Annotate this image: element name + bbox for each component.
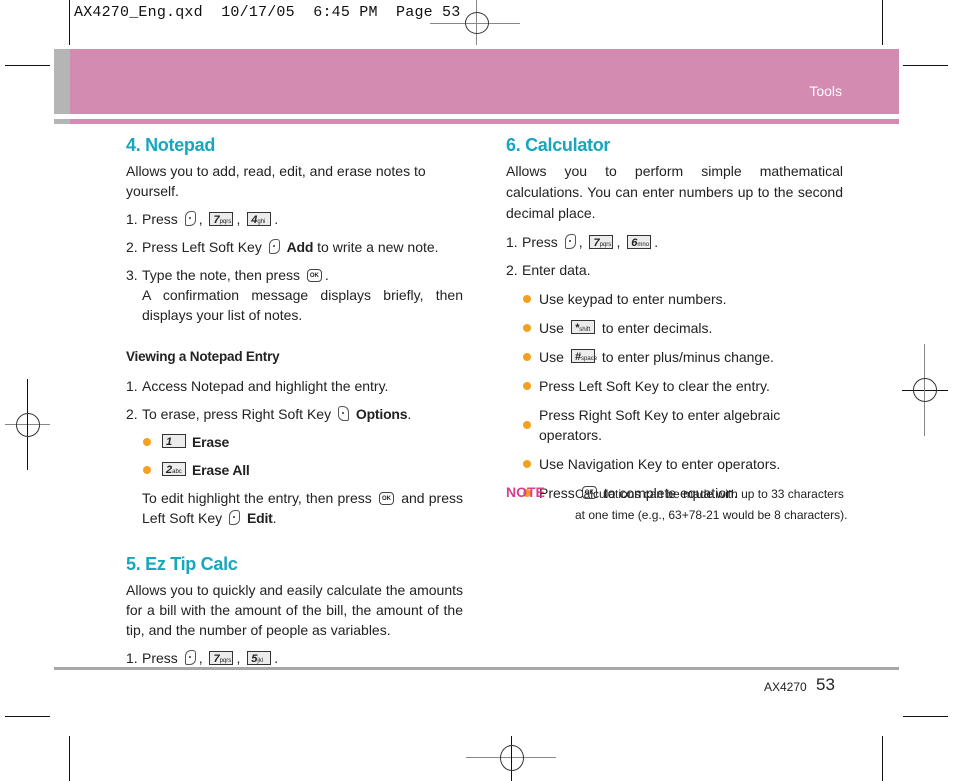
tipcalc-intro: Allows you to quickly and easily calcula… bbox=[126, 582, 463, 638]
bullet-icon bbox=[523, 421, 531, 429]
key-7-icon: 7pqrs bbox=[209, 651, 234, 666]
header-band bbox=[54, 49, 899, 114]
key-star-icon: *shift bbox=[570, 320, 595, 334]
bullet-icon bbox=[523, 353, 531, 361]
note-label: NOTE bbox=[506, 484, 545, 500]
left-soft-key-icon bbox=[184, 210, 196, 226]
registration-mark bbox=[465, 12, 489, 34]
header-rule bbox=[54, 119, 899, 124]
bullet-icon bbox=[523, 382, 531, 390]
viewing-subheading: Viewing a Notepad Entry bbox=[126, 349, 280, 364]
crop-mark bbox=[903, 65, 948, 66]
bullet-icon bbox=[523, 324, 531, 332]
bullet-icon bbox=[143, 438, 151, 446]
crop-mark bbox=[5, 716, 50, 717]
calc-bullet: Press Right Soft Key to enter algebraic … bbox=[523, 405, 843, 445]
ok-key-icon: OK bbox=[306, 268, 322, 282]
print-slug: AX4270_Eng.qxd 10/17/05 6:45 PM Page 53 bbox=[74, 4, 461, 21]
right-soft-key-icon bbox=[337, 405, 349, 421]
tipcalc-step-1: 1. Press , 7pqrs, 5jkl. bbox=[126, 649, 279, 666]
option-erase: 1 Erase bbox=[143, 432, 463, 452]
notepad-step-1: 1. Press , 7pqrs, 4ghi. bbox=[126, 210, 279, 227]
key-5-icon: 5jkl bbox=[247, 651, 272, 666]
key-7-icon: 7pqrs bbox=[209, 212, 234, 227]
bullet-icon bbox=[143, 466, 151, 474]
bullet-icon bbox=[523, 295, 531, 303]
calculator-intro: Allows you to perform simple mathematica… bbox=[506, 163, 843, 221]
calc-bullet: Use Navigation Key to enter operators. bbox=[523, 454, 843, 474]
registration-mark bbox=[16, 413, 40, 437]
calculator-step-1: 1. Press , 7pqrs, 6mno. bbox=[506, 233, 659, 250]
notepad-step-2: 2. Press Left Soft Key Add to write a ne… bbox=[126, 238, 439, 255]
left-soft-key-icon bbox=[268, 238, 280, 254]
ok-key-icon: OK bbox=[378, 491, 394, 505]
key-6-icon: 6mno bbox=[627, 235, 652, 250]
left-column: 4. Notepad Allows you to add, read, edit… bbox=[126, 134, 463, 668]
header-rule-tab bbox=[54, 119, 70, 124]
calc-bullet: Use keypad to enter numbers. bbox=[523, 289, 843, 309]
bullet-icon bbox=[523, 460, 531, 468]
crop-mark bbox=[903, 716, 948, 717]
calc-bullet: Use *shift to enter decimals. bbox=[523, 318, 843, 338]
key-7-icon: 7pqrs bbox=[589, 235, 614, 250]
tipcalc-heading: 5. Ez Tip Calc bbox=[126, 554, 238, 574]
option-erase-all: 2abc Erase All bbox=[143, 460, 463, 480]
header-tab bbox=[54, 49, 70, 114]
edit-instructions: To edit highlight the entry, then press … bbox=[142, 490, 463, 526]
section-label: Tools bbox=[809, 83, 842, 99]
notepad-intro: Allows you to add, read, edit, and erase… bbox=[126, 163, 426, 199]
notepad-heading: 4. Notepad bbox=[126, 135, 216, 155]
calculator-step-2: 2. Enter data. bbox=[506, 262, 591, 278]
page-number: 53 bbox=[816, 675, 835, 694]
viewing-step-2: 2. To erase, press Right Soft Key Option… bbox=[126, 405, 412, 422]
left-soft-key-icon bbox=[184, 649, 196, 665]
left-soft-key-icon bbox=[229, 509, 241, 525]
notepad-step-3-detail: A confirmation message displays briefly,… bbox=[142, 287, 463, 323]
calculator-heading: 6. Calculator bbox=[506, 135, 611, 155]
left-soft-key-icon bbox=[564, 233, 576, 249]
crop-mark bbox=[882, 0, 883, 45]
registration-mark bbox=[913, 378, 937, 402]
key-1-icon: 1 bbox=[162, 434, 186, 448]
registration-mark bbox=[500, 745, 524, 771]
footer-rule bbox=[54, 667, 899, 670]
footer-model: AX4270 bbox=[764, 680, 807, 694]
right-column: 6. Calculator Allows you to perform simp… bbox=[506, 134, 843, 503]
crop-mark bbox=[5, 65, 50, 66]
crop-mark bbox=[882, 736, 883, 781]
notepad-step-3: 3. Type the note, then press OK. A confi… bbox=[126, 267, 463, 323]
key-pound-icon: #space bbox=[570, 349, 597, 363]
note-text: Calculations can be made with up to 33 c… bbox=[575, 487, 848, 522]
key-2-icon: 2abc bbox=[162, 462, 186, 476]
crop-mark bbox=[69, 0, 70, 45]
viewing-step-1: 1. Access Notepad and highlight the entr… bbox=[126, 378, 389, 394]
key-4-icon: 4ghi bbox=[247, 212, 272, 227]
calc-bullet: Use #space to enter plus/minus change. bbox=[523, 347, 843, 367]
calc-bullet: Press Left Soft Key to clear the entry. bbox=[523, 376, 843, 396]
crop-mark bbox=[69, 736, 70, 781]
